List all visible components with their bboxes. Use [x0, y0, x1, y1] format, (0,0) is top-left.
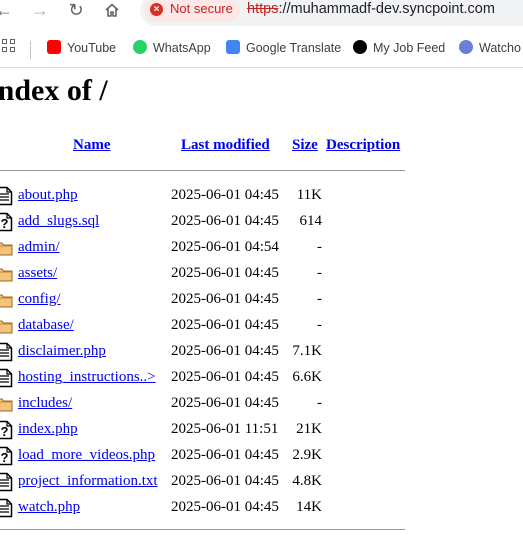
- file-row: database/2025-06-01 04:45 -: [0, 315, 405, 341]
- file-row: watch.php 2025-06-01 04:45 14K: [0, 497, 405, 523]
- directory-listing: Name Last modified Size Description abou…: [0, 0, 523, 536]
- unknown-file-icon[interactable]: ?: [0, 446, 13, 466]
- column-header-last-modified[interactable]: Last modified: [181, 137, 270, 154]
- svg-text:?: ?: [1, 216, 9, 231]
- file-last-modified: 2025-06-01 04:45: [171, 187, 279, 203]
- text-file-icon[interactable]: [0, 342, 13, 362]
- column-header-description[interactable]: Description: [326, 137, 400, 154]
- file-last-modified: 2025-06-01 04:45: [171, 343, 279, 359]
- footer-divider: [0, 529, 405, 530]
- file-name-link[interactable]: project_information.txt: [18, 473, 158, 490]
- file-size: 4.8K: [292, 473, 322, 489]
- file-row: ? load_more_videos.php 2025-06-01 04:45 2.9…: [0, 445, 405, 471]
- folder-icon[interactable]: [0, 394, 13, 414]
- file-size: -: [317, 317, 322, 333]
- file-row: project_information.txt 2025-06-01 04:45 4…: [0, 471, 405, 497]
- file-size: 614: [299, 213, 323, 229]
- file-row: about.php 2025-06-01 04:45 11K: [0, 185, 405, 211]
- file-name-link[interactable]: watch.php: [18, 499, 80, 516]
- file-name-link[interactable]: load_more_videos.php: [18, 447, 155, 464]
- file-last-modified: 2025-06-01 04:45: [171, 499, 279, 515]
- file-name-link[interactable]: about.php: [18, 187, 78, 204]
- file-size: 14K: [296, 499, 322, 515]
- file-last-modified: 2025-06-01 11:51: [171, 421, 279, 437]
- file-name-link[interactable]: config/: [18, 291, 61, 308]
- file-row: ? add_slugs.sql 2025-06-01 04:45 614: [0, 211, 405, 237]
- file-name-link[interactable]: add_slugs.sql: [18, 213, 99, 230]
- file-last-modified: 2025-06-01 04:45: [171, 447, 279, 463]
- file-row: config/2025-06-01 04:45 -: [0, 289, 405, 315]
- file-size: 21K: [296, 421, 322, 437]
- file-name-link[interactable]: index.php: [18, 421, 78, 438]
- folder-icon[interactable]: [0, 290, 13, 310]
- text-file-icon[interactable]: [0, 186, 13, 206]
- file-size: 6.6K: [292, 369, 322, 385]
- file-size: 2.9K: [292, 447, 322, 463]
- file-last-modified: 2025-06-01 04:45: [171, 395, 279, 411]
- file-name-link[interactable]: database/: [18, 317, 74, 334]
- header-divider: [0, 170, 405, 171]
- folder-icon[interactable]: [0, 238, 13, 258]
- file-row: hosting_instructions..> 2025-06-01 04:45 6…: [0, 367, 405, 393]
- file-size: -: [317, 265, 322, 281]
- column-header-name[interactable]: Name: [73, 137, 111, 154]
- file-size: -: [317, 395, 322, 411]
- file-last-modified: 2025-06-01 04:45: [171, 213, 279, 229]
- file-last-modified: 2025-06-01 04:54: [171, 239, 279, 255]
- folder-icon[interactable]: [0, 316, 13, 336]
- column-header-size[interactable]: Size: [292, 137, 318, 154]
- file-row: includes/2025-06-01 04:45 -: [0, 393, 405, 419]
- text-file-icon[interactable]: [0, 472, 13, 492]
- file-row: assets/2025-06-01 04:45 -: [0, 263, 405, 289]
- file-last-modified: 2025-06-01 04:45: [171, 473, 279, 489]
- file-name-link[interactable]: hosting_instructions..>: [18, 369, 156, 386]
- file-size: 11K: [296, 187, 322, 203]
- file-name-link[interactable]: includes/: [18, 395, 72, 412]
- file-row: disclaimer.php 2025-06-01 04:45 7.1K: [0, 341, 405, 367]
- file-name-link[interactable]: assets/: [18, 265, 57, 282]
- file-row: admin/2025-06-01 04:54 -: [0, 237, 405, 263]
- file-size: 7.1K: [292, 343, 322, 359]
- svg-text:?: ?: [1, 424, 9, 439]
- file-last-modified: 2025-06-01 04:45: [171, 265, 279, 281]
- unknown-file-icon[interactable]: ?: [0, 212, 13, 232]
- file-last-modified: 2025-06-01 04:45: [171, 369, 279, 385]
- svg-text:?: ?: [1, 450, 9, 465]
- text-file-icon[interactable]: [0, 498, 13, 518]
- text-file-icon[interactable]: [0, 368, 13, 388]
- file-size: -: [317, 291, 322, 307]
- file-last-modified: 2025-06-01 04:45: [171, 317, 279, 333]
- unknown-file-icon[interactable]: ?: [0, 420, 13, 440]
- file-name-link[interactable]: disclaimer.php: [18, 343, 106, 360]
- file-name-link[interactable]: admin/: [18, 239, 60, 256]
- folder-icon[interactable]: [0, 264, 13, 284]
- file-size: -: [317, 239, 322, 255]
- file-row: ? index.php 2025-06-01 11:51 21K: [0, 419, 405, 445]
- file-last-modified: 2025-06-01 04:45: [171, 291, 279, 307]
